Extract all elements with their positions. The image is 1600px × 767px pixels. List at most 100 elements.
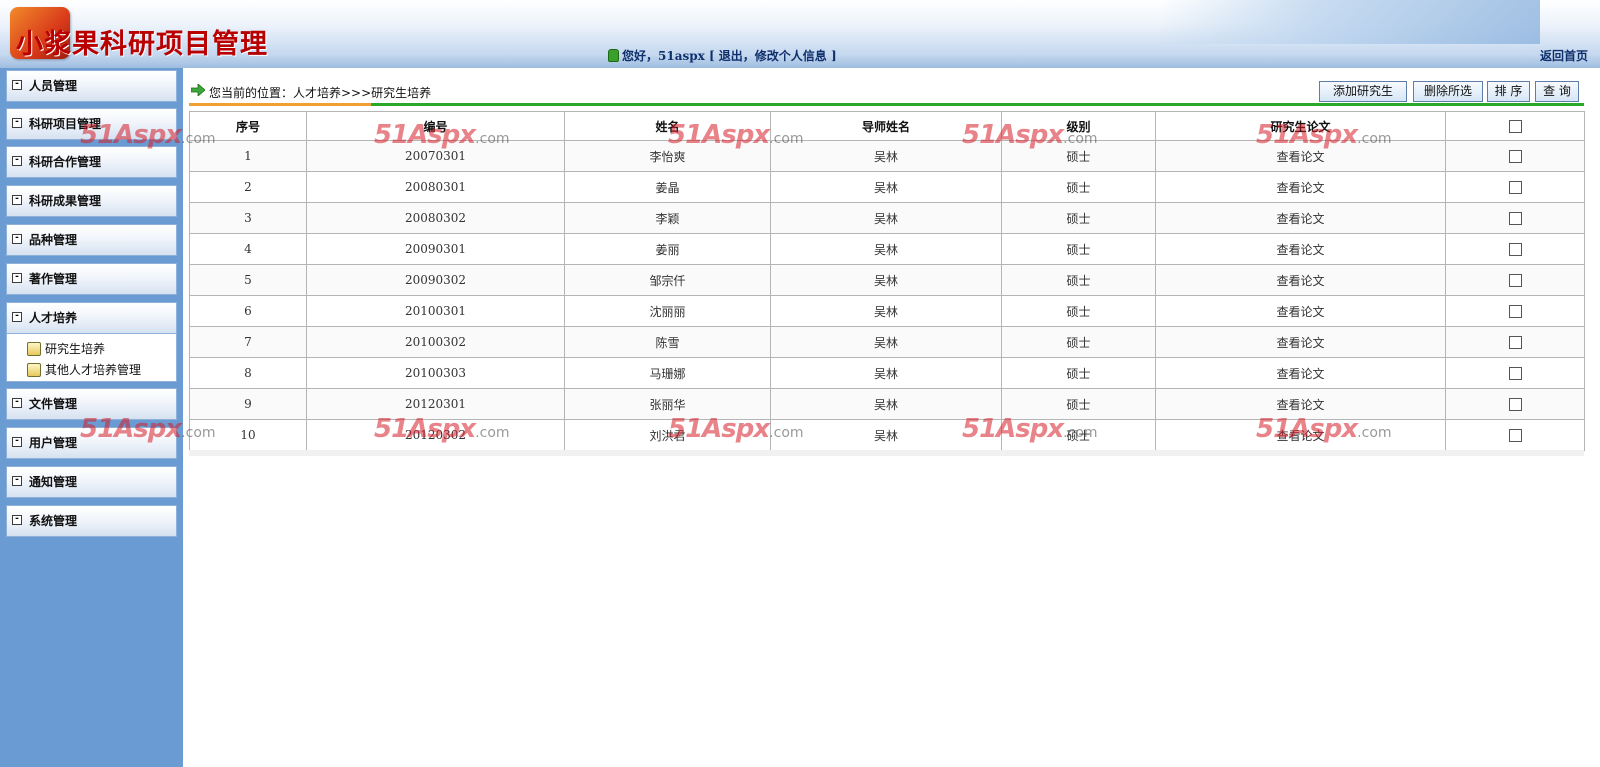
row-checkbox[interactable] [1508, 181, 1522, 194]
sidebar-item-notices[interactable]: - 通知管理 [6, 466, 177, 498]
sidebar-item-system[interactable]: - 系统管理 [6, 505, 177, 537]
cell-select [1445, 419, 1585, 451]
sidebar-item-varieties[interactable]: - 品种管理 [6, 224, 177, 256]
user-icon [608, 49, 619, 62]
table-row: 5 20090302 邹宗仟 吴林 硕士 查看论文 [189, 264, 1585, 296]
collapse-icon: - [12, 437, 22, 447]
sidebar-item-label: 科研成果管理 [29, 194, 102, 208]
row-checkbox[interactable] [1508, 398, 1522, 411]
sidebar-item-achievements[interactable]: - 科研成果管理 [6, 185, 177, 217]
submenu-item-other-talent[interactable]: 其他人才培养管理 [27, 361, 141, 379]
header-background-graphic [1160, 0, 1540, 44]
sidebar-item-publications[interactable]: - 著作管理 [6, 263, 177, 295]
cell-level: 硕士 [1001, 171, 1156, 203]
cell-id: 20080302 [306, 202, 565, 234]
column-header-select [1445, 111, 1585, 141]
column-header-thesis: 研究生论文 [1155, 111, 1446, 141]
row-checkbox[interactable] [1508, 305, 1522, 318]
cell-id: 20120301 [306, 388, 565, 420]
sidebar-item-files[interactable]: - 文件管理 [6, 388, 177, 420]
row-checkbox[interactable] [1508, 243, 1522, 256]
breadcrumb: 您当前的位置：人才培养>>>研究生培养 添加研究生 删除所选 排 序 查 询 [189, 76, 1584, 106]
cell-select [1445, 326, 1585, 358]
home-link[interactable]: 返回首页 [1540, 47, 1588, 64]
view-thesis-link[interactable]: 查看论文 [1155, 233, 1446, 265]
table-row: 1 20070301 李怡爽 吴林 硕士 查看论文 [189, 140, 1585, 172]
cell-no: 3 [189, 202, 307, 234]
user-greeting[interactable]: 您好，51aspx [ 退出，修改个人信息 ] [608, 47, 837, 64]
table-header-row: 序号 编号 姓名 导师姓名 级别 研究生论文 [189, 111, 1585, 141]
cell-name: 陈雪 [564, 326, 771, 358]
delete-selected-button[interactable]: 删除所选 [1413, 81, 1483, 102]
row-checkbox[interactable] [1508, 367, 1522, 380]
cell-no: 8 [189, 357, 307, 389]
collapse-icon: - [12, 273, 22, 283]
collapse-icon: - [12, 234, 22, 244]
sidebar-item-cooperation[interactable]: - 科研合作管理 [6, 146, 177, 178]
cell-no: 5 [189, 264, 307, 296]
submenu-item-label: 其他人才培养管理 [45, 363, 142, 377]
cell-select [1445, 202, 1585, 234]
row-checkbox[interactable] [1508, 150, 1522, 163]
view-thesis-link[interactable]: 查看论文 [1155, 140, 1446, 172]
cell-id: 20100301 [306, 295, 565, 327]
sidebar-item-projects[interactable]: - 科研项目管理 [6, 108, 177, 140]
cell-select [1445, 140, 1585, 172]
collapse-icon: - [12, 476, 22, 486]
view-thesis-link[interactable]: 查看论文 [1155, 419, 1446, 451]
add-graduate-button[interactable]: 添加研究生 [1319, 81, 1407, 102]
row-checkbox[interactable] [1508, 274, 1522, 287]
collapse-icon: - [12, 80, 22, 90]
row-checkbox[interactable] [1508, 429, 1522, 442]
column-header-id: 编号 [306, 111, 565, 141]
view-thesis-link[interactable]: 查看论文 [1155, 202, 1446, 234]
cell-tutor: 吴林 [770, 140, 1002, 172]
cell-no: 2 [189, 171, 307, 203]
cell-select [1445, 171, 1585, 203]
row-checkbox[interactable] [1508, 336, 1522, 349]
submenu-item-graduate[interactable]: 研究生培养 [27, 340, 105, 358]
cell-name: 李颖 [564, 202, 771, 234]
collapse-icon: - [12, 312, 22, 322]
greeting-text[interactable]: 您好，51aspx [ 退出，修改个人信息 ] [622, 49, 837, 63]
document-icon [27, 363, 41, 377]
breadcrumb-divider-orange [189, 103, 371, 106]
table-row: 10 20120302 刘洪君 吴林 硕士 查看论文 [189, 419, 1585, 451]
submenu-item-label: 研究生培养 [45, 342, 106, 356]
cell-level: 硕士 [1001, 419, 1156, 451]
table-row: 6 20100301 沈丽丽 吴林 硕士 查看论文 [189, 295, 1585, 327]
select-all-checkbox[interactable] [1508, 120, 1522, 133]
cell-select [1445, 388, 1585, 420]
cell-id: 20100302 [306, 326, 565, 358]
cell-select [1445, 357, 1585, 389]
column-header-tutor: 导师姓名 [770, 111, 1002, 141]
arrow-right-icon [191, 84, 205, 96]
view-thesis-link[interactable]: 查看论文 [1155, 388, 1446, 420]
cell-id: 20120302 [306, 419, 565, 451]
cell-id: 20070301 [306, 140, 565, 172]
cell-name: 姜晶 [564, 171, 771, 203]
cell-select [1445, 295, 1585, 327]
cell-tutor: 吴林 [770, 419, 1002, 451]
table-row: 9 20120301 张丽华 吴林 硕士 查看论文 [189, 388, 1585, 420]
sidebar-item-talent[interactable]: - 人才培养 [6, 302, 177, 334]
sort-button[interactable]: 排 序 [1487, 81, 1530, 102]
view-thesis-link[interactable]: 查看论文 [1155, 171, 1446, 203]
cell-level: 硕士 [1001, 357, 1156, 389]
collapse-icon: - [12, 195, 22, 205]
sidebar-item-users[interactable]: - 用户管理 [6, 427, 177, 459]
cell-tutor: 吴林 [770, 233, 1002, 265]
view-thesis-link[interactable]: 查看论文 [1155, 295, 1446, 327]
view-thesis-link[interactable]: 查看论文 [1155, 326, 1446, 358]
sidebar-item-label: 用户管理 [29, 436, 78, 450]
view-thesis-link[interactable]: 查看论文 [1155, 357, 1446, 389]
view-thesis-link[interactable]: 查看论文 [1155, 264, 1446, 296]
cell-id: 20090302 [306, 264, 565, 296]
sidebar-item-personnel[interactable]: - 人员管理 [6, 70, 177, 102]
cell-tutor: 吴林 [770, 171, 1002, 203]
cell-tutor: 吴林 [770, 357, 1002, 389]
sidebar-item-label: 品种管理 [29, 233, 78, 247]
sidebar-item-label: 通知管理 [29, 475, 78, 489]
query-button[interactable]: 查 询 [1535, 81, 1579, 102]
row-checkbox[interactable] [1508, 212, 1522, 225]
